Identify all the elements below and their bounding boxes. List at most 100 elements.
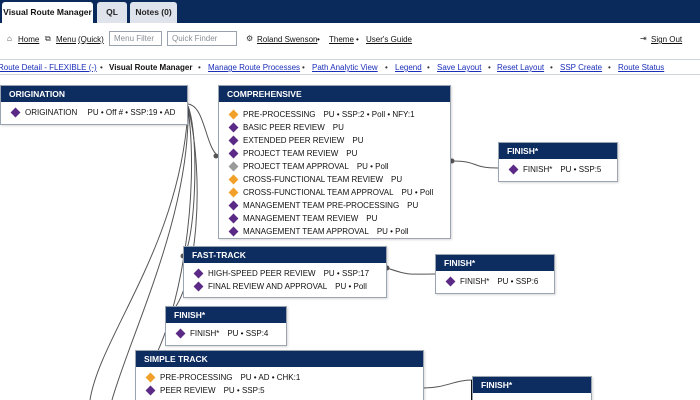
- task-row[interactable]: MANAGEMENT TEAM REVIEW PU: [219, 212, 450, 225]
- menu-icon[interactable]: ⧉: [45, 34, 51, 44]
- task-row[interactable]: MANAGEMENT TEAM PRE-PROCESSING PU: [219, 199, 450, 212]
- task-row[interactable]: CROSS-FUNCTIONAL TEAM REVIEW PU: [219, 173, 450, 186]
- reset-layout-link[interactable]: Reset Layout: [497, 63, 544, 72]
- task-name: HIGH-SPEED PEER REVIEW: [208, 269, 316, 278]
- step-finish-3[interactable]: FINISH* FINISH* PU • SSP:4: [165, 306, 287, 346]
- task-row[interactable]: FINAL REVIEW AND APPROVAL PU • Poll: [184, 280, 386, 293]
- sign-out-icon[interactable]: ⇥: [640, 34, 647, 43]
- task-row[interactable]: PEER REVIEW PU • SSP:5: [136, 384, 423, 397]
- manage-route-processes-link[interactable]: Manage Route Processes: [208, 63, 300, 72]
- legend-link[interactable]: Legend: [395, 63, 422, 72]
- nav-separator: •: [198, 63, 201, 72]
- task-name: PRE-PROCESSING: [243, 110, 316, 119]
- diamond-icon: [228, 109, 239, 120]
- task-meta: PU • SSP:2 • Poll • NFY:1: [323, 110, 415, 119]
- nav-separator: •: [385, 63, 388, 72]
- home-link[interactable]: Home: [18, 35, 39, 44]
- path-analytic-view-link[interactable]: Path Analytic View: [312, 63, 378, 72]
- task-meta: PU: [332, 123, 344, 132]
- task-row[interactable]: FINISH* PU • SSP:4: [166, 327, 286, 340]
- step-finish-simple-track[interactable]: FINISH*: [472, 376, 592, 400]
- task-row[interactable]: PROJECT TEAM APPROVAL PU • Poll: [219, 160, 450, 173]
- task-name: PROJECT TEAM REVIEW: [243, 149, 339, 158]
- task-meta: PU • Poll: [335, 282, 367, 291]
- diamond-icon: [228, 187, 239, 198]
- task-row[interactable]: MANAGEMENT TEAM APPROVAL PU • Poll: [219, 225, 450, 238]
- step-origination[interactable]: ORIGINATION ORIGINATION PU • Off # • SSP…: [0, 85, 188, 125]
- tab-notes[interactable]: Notes (0): [130, 2, 177, 23]
- task-row[interactable]: PROJECT TEAM REVIEW PU: [219, 147, 450, 160]
- home-icon[interactable]: ⌂: [7, 34, 12, 43]
- task-name: MANAGEMENT TEAM APPROVAL: [243, 227, 369, 236]
- task-name: MANAGEMENT TEAM PRE-PROCESSING: [243, 201, 400, 210]
- diamond-icon: [445, 276, 456, 287]
- nav-current-page: Visual Route Manager: [109, 63, 193, 72]
- diamond-icon: [145, 372, 156, 383]
- diamond-icon: [145, 385, 156, 396]
- step-finish-comprehensive[interactable]: FINISH* FINISH* PU • SSP:5: [498, 142, 618, 182]
- route-status-link[interactable]: Route Status: [618, 63, 664, 72]
- task-name: CROSS-FUNCTIONAL TEAM REVIEW: [243, 175, 384, 184]
- tab-visual-route-manager[interactable]: Visual Route Manager: [2, 2, 93, 23]
- diamond-icon: [508, 164, 519, 175]
- task-row[interactable]: CROSS-FUNCTIONAL TEAM APPROVAL PU • Poll: [219, 186, 450, 199]
- menu-filter-input[interactable]: [109, 31, 162, 46]
- nav-separator: •: [608, 63, 611, 72]
- task-name: FINISH*: [460, 277, 490, 286]
- diamond-icon: [228, 122, 239, 133]
- task-meta: PU • Poll: [376, 227, 409, 236]
- task-meta: PU: [407, 201, 419, 210]
- gear-icon[interactable]: ⚙: [246, 34, 253, 43]
- ssp-create-link[interactable]: SSP Create: [560, 63, 602, 72]
- diamond-icon: [228, 213, 239, 224]
- task-row[interactable]: ORIGINATION PU • Off # • SSP:19 • AD: [1, 106, 187, 119]
- theme-link[interactable]: Theme: [329, 35, 354, 44]
- task-meta: PU • AD • CHK:1: [240, 373, 301, 382]
- task-row[interactable]: BASIC PEER REVIEW PU: [219, 121, 450, 134]
- diamond-icon: [228, 200, 239, 211]
- task-row[interactable]: PRE-PROCESSING PU • AD • CHK:1: [136, 371, 423, 384]
- task-name: PRE-PROCESSING: [160, 373, 233, 382]
- step-header: FAST-TRACK: [184, 247, 386, 263]
- step-header: FINISH*: [473, 377, 591, 393]
- quick-finder-input[interactable]: [167, 31, 237, 46]
- step-header: FINISH*: [166, 307, 286, 323]
- save-layout-link[interactable]: Save Layout: [437, 63, 481, 72]
- nav-separator: •: [302, 63, 305, 72]
- step-comprehensive[interactable]: COMPREHENSIVE PRE-PROCESSING PU • SSP:2 •…: [218, 85, 451, 239]
- step-header: SIMPLE TRACK: [136, 351, 423, 367]
- step-fast-track[interactable]: FAST-TRACK HIGH-SPEED PEER REVIEW PU • SS…: [183, 246, 387, 298]
- toolbar-separator: •: [356, 35, 359, 44]
- users-guide-link[interactable]: User's Guide: [366, 35, 412, 44]
- diamond-icon: [228, 148, 239, 159]
- diamond-icon: [228, 135, 239, 146]
- task-meta: PU • SSP:17: [323, 269, 370, 278]
- task-meta: PU • SSP:6: [497, 277, 539, 286]
- task-meta: PU • SSP:5: [223, 386, 265, 395]
- step-simple-track[interactable]: SIMPLE TRACK PRE-PROCESSING PU • AD • CHK…: [135, 350, 424, 400]
- diamond-icon: [193, 268, 204, 279]
- toolbar-separator: •: [317, 35, 320, 44]
- step-finish-fast-track[interactable]: FINISH* FINISH* PU • SSP:6: [435, 254, 555, 294]
- diamond-icon: [228, 174, 239, 185]
- task-row[interactable]: PRE-PROCESSING PU • SSP:2 • Poll • NFY:1: [219, 108, 450, 121]
- route-canvas[interactable]: ORIGINATION ORIGINATION PU • Off # • SSP…: [0, 76, 700, 400]
- task-row[interactable]: EXTENDED PEER REVIEW PU: [219, 134, 450, 147]
- tab-ql[interactable]: QL: [97, 2, 127, 23]
- task-name: ORIGINATION: [25, 108, 78, 117]
- diamond-icon: [228, 161, 239, 172]
- task-row[interactable]: HIGH-SPEED PEER REVIEW PU • SSP:17: [184, 267, 386, 280]
- sign-out-link[interactable]: Sign Out: [651, 35, 682, 44]
- menu-link[interactable]: Menu: [56, 35, 76, 44]
- task-meta: PU: [346, 149, 358, 158]
- menu-quick-link[interactable]: (Quick): [78, 35, 104, 44]
- route-detail-link[interactable]: Route Detail - FLEXIBLE (-): [0, 63, 97, 72]
- task-meta: PU: [391, 175, 403, 184]
- task-row[interactable]: FINISH* PU • SSP:6: [436, 275, 554, 288]
- task-meta: PU • SSP:4: [227, 329, 269, 338]
- task-row[interactable]: FINISH* PU • SSP:5: [499, 163, 617, 176]
- diamond-icon: [228, 226, 239, 237]
- task-meta: PU • Poll: [356, 162, 389, 171]
- step-header: ORIGINATION: [1, 86, 187, 102]
- user-link[interactable]: Roland Swenson: [257, 35, 317, 44]
